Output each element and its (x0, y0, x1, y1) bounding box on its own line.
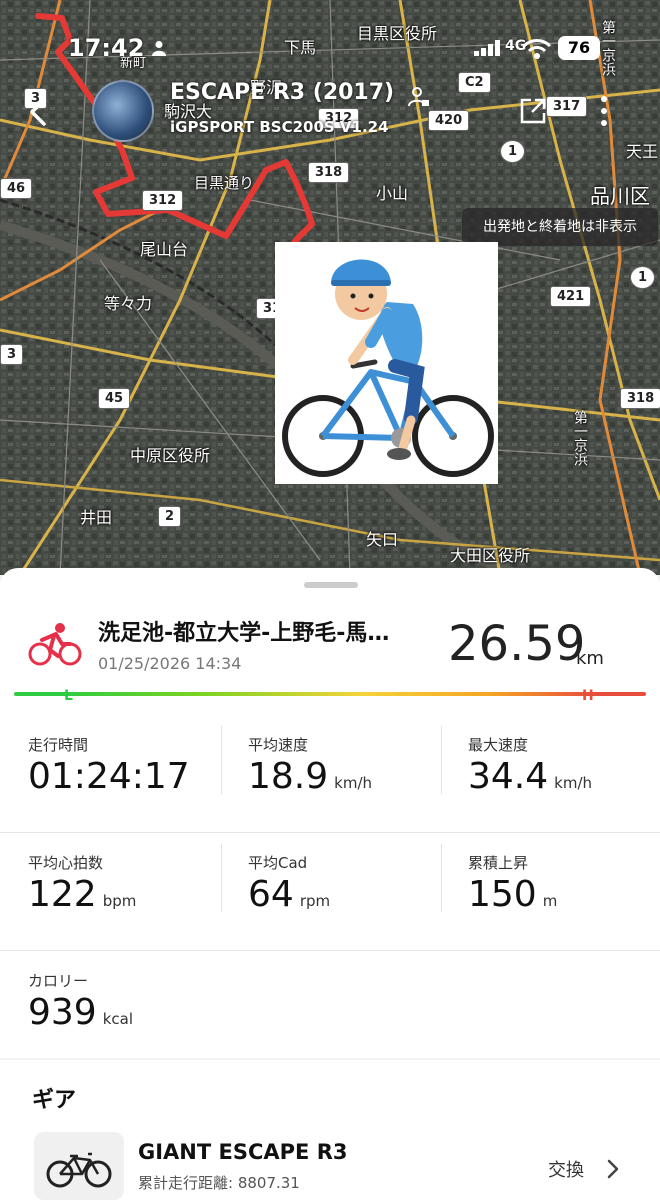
route-shield: C2 (458, 72, 491, 93)
start-end-hidden-notice: 出発地と終着地は非表示 (462, 208, 658, 246)
stat-value: 64 rpm (248, 874, 331, 915)
cyclist-illustration (275, 242, 498, 484)
route-shield: 317 (546, 96, 588, 117)
route-title: 洗足池-都立大学-上野毛-馬… (98, 621, 390, 646)
route-shield: 312 (142, 190, 184, 211)
stats-row: カロリー 939 kcal (0, 952, 660, 1069)
map-label: 尾山台 (140, 240, 189, 259)
wifi-icon (522, 39, 552, 59)
stat-label: 最大速度 (468, 736, 529, 754)
more-vertical-icon[interactable] (598, 94, 610, 128)
route-map[interactable]: 新町 下馬 目黒区役所 駒沢大 野沢 目黒通り 小山 品川区 天王 尾山台 等々… (0, 0, 660, 575)
stat-avg-speed: 平均速度 18.9 km/h (221, 716, 438, 833)
map-label: 下馬 (284, 38, 317, 57)
intensity-high-label: H (582, 688, 594, 704)
stat-value: 150 m (468, 874, 558, 915)
map-label: 井田 (80, 508, 113, 527)
stat-value: 122 bpm (28, 874, 137, 915)
avatar[interactable] (92, 80, 154, 142)
map-label: 小山 (376, 184, 409, 203)
gear-change-button[interactable]: 交換 (548, 1156, 584, 1182)
bicycle-icon (46, 1152, 112, 1188)
activity-date: 01/25/2026 14:34 (98, 654, 242, 673)
stats-row: 平均心拍数 122 bpm 平均Cad 64 rpm 累積上昇 150 m (0, 834, 660, 951)
stat-label: 平均速度 (248, 736, 309, 754)
stat-label: カロリー (28, 972, 89, 990)
map-label: 天王 (626, 142, 659, 161)
stat-avg-cadence: 平均Cad 64 rpm (221, 834, 438, 951)
stat-label: 累積上昇 (468, 854, 529, 872)
stat-value: 34.4 km/h (468, 756, 593, 797)
stat-avg-heart-rate: 平均心拍数 122 bpm (28, 834, 218, 951)
map-label: 矢口 (366, 530, 399, 549)
ride-name: ESCAPE R3 (2017) (170, 80, 395, 105)
intensity-gradient-bar (14, 692, 646, 696)
stat-label: 走行時間 (28, 736, 89, 754)
stat-value: 939 kcal (28, 992, 134, 1033)
stat-elevation-gain: 累積上昇 150 m (441, 834, 658, 951)
route-shield: 318 (308, 162, 350, 183)
route-shield: 45 (98, 388, 131, 409)
route-shield: 421 (550, 286, 592, 307)
map-label: 品川区 (590, 184, 650, 208)
stat-calories: カロリー 939 kcal (28, 952, 218, 1069)
stat-label: 平均Cad (248, 854, 308, 872)
back-chevron-icon[interactable] (24, 92, 54, 132)
gear-section: ギア GIANT ESCAPE R3 累計走行距離: 8807.31 交換 (0, 1060, 660, 1200)
route-shield: 420 (428, 110, 470, 131)
share-icon[interactable] (518, 96, 548, 126)
map-label: 第一京浜 (572, 410, 588, 466)
map-label: 目黒区役所 (357, 24, 438, 43)
route-shield: 3 (0, 344, 24, 365)
drag-handle[interactable] (304, 582, 358, 588)
map-label: 等々力 (104, 294, 153, 313)
cycling-icon (28, 623, 82, 666)
person-icon (152, 41, 166, 56)
battery-level: 76 (558, 36, 600, 60)
map-label: 中原区役所 (130, 446, 211, 465)
intensity-low-label: L (64, 688, 73, 704)
chevron-right-icon[interactable] (606, 1158, 620, 1180)
map-label: 大田区役所 (450, 546, 531, 565)
stat-value: 01:24:17 (28, 756, 190, 797)
stat-value: 18.9 km/h (248, 756, 373, 797)
route-shield: 318 (620, 388, 660, 409)
map-label: 第一京浜 (600, 20, 616, 76)
gear-heading: ギア (32, 1088, 77, 1113)
route-shield: 1 (500, 140, 526, 163)
stat-label: 平均心拍数 (28, 854, 104, 872)
map-label: 目黒通り (194, 174, 255, 192)
activity-summary-sheet: 洗足池-都立大学-上野毛-馬… 01/25/2026 14:34 26.59 k… (0, 568, 660, 1058)
stats-row: 走行時間 01:24:17 平均速度 18.9 km/h 最大速度 34.4 km/… (0, 716, 660, 833)
route-shield: 1 (630, 266, 656, 289)
distance-unit: km (576, 648, 604, 669)
signal-icon (474, 40, 500, 56)
gear-name: GIANT ESCAPE R3 (138, 1140, 348, 1164)
device-name: iGPSPORT BSC200S V1.24 (170, 118, 389, 136)
bike-thumbnail (34, 1132, 124, 1200)
route-shield: 46 (0, 178, 33, 199)
route-shield: 2 (158, 506, 182, 527)
stat-ride-time: 走行時間 01:24:17 (28, 716, 218, 833)
lock-person-icon[interactable] (408, 86, 430, 108)
stat-max-speed: 最大速度 34.4 km/h (441, 716, 658, 833)
distance-value: 26.59 (448, 616, 586, 672)
status-time: 17:42 (68, 34, 145, 62)
gear-odometer: 累計走行距離: 8807.31 (138, 1174, 300, 1192)
